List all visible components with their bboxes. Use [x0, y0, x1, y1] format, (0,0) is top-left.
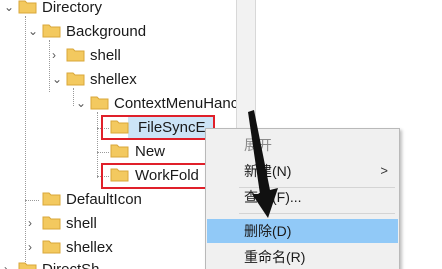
tree-guide	[49, 40, 50, 92]
annotation-arrow-icon	[248, 110, 278, 218]
collapse-chevron-icon[interactable]: ⌄	[28, 23, 38, 39]
tree-node-label: shellex	[66, 239, 113, 256]
tree-node-label: New	[135, 143, 166, 160]
menu-item-label: 删除(D)	[244, 223, 292, 239]
menu-item-delete[interactable]: 删除(D)	[207, 219, 398, 243]
collapse-chevron-icon[interactable]: ⌄	[76, 95, 86, 111]
menu-item-expand[interactable]: 展开	[207, 133, 398, 157]
menu-item-new[interactable]: 新建(N) >	[207, 159, 398, 183]
tree-node-label: DirectSh	[42, 258, 100, 269]
folder-icon	[66, 70, 85, 86]
regedit-window: ⌄ Directory ⌄ Background › shell ⌄ shell…	[0, 0, 442, 269]
tree-guide	[25, 16, 26, 266]
expand-chevron-icon[interactable]: ›	[4, 261, 14, 269]
registry-tree[interactable]: ⌄ Directory ⌄ Background › shell ⌄ shell…	[0, 0, 239, 269]
tree-node-label: DefaultIcon	[66, 191, 142, 208]
folder-icon	[110, 142, 129, 158]
expand-chevron-icon[interactable]: ›	[52, 47, 62, 63]
folder-icon	[42, 22, 61, 38]
tree-guide	[73, 88, 74, 106]
folder-icon	[18, 260, 37, 269]
folder-icon	[42, 238, 61, 254]
tree-node-label: Background	[66, 23, 147, 40]
collapse-chevron-icon[interactable]: ⌄	[4, 0, 14, 15]
menu-item-label: 重命名(R)	[244, 249, 306, 265]
folder-icon	[42, 190, 61, 206]
tree-node-label: shell	[66, 215, 97, 232]
menu-item-find[interactable]: 查找(F)...	[207, 185, 398, 209]
submenu-arrow-icon: >	[380, 163, 388, 178]
expand-chevron-icon[interactable]: ›	[28, 215, 38, 231]
menu-item-rename[interactable]: 重命名(R)	[207, 245, 398, 269]
folder-icon	[42, 214, 61, 230]
tree-guide	[97, 112, 98, 178]
folder-icon	[66, 46, 85, 62]
tree-node-label: shellex	[90, 71, 137, 88]
folder-icon	[18, 0, 37, 14]
tree-node-label: Directory	[42, 0, 103, 16]
collapse-chevron-icon[interactable]: ⌄	[52, 71, 62, 87]
highlight-box-workfold	[101, 163, 215, 189]
tree-guide	[97, 152, 109, 153]
tree-guide	[25, 200, 39, 201]
tree-node-label: shell	[90, 47, 121, 64]
folder-icon	[90, 94, 109, 110]
highlight-box-filesynce	[101, 115, 215, 140]
context-menu: 展开 新建(N) > 查找(F)... 删除(D) 重命名(R)	[205, 128, 400, 269]
tree-node-label: ContextMenuHanc	[114, 95, 239, 112]
expand-chevron-icon[interactable]: ›	[28, 239, 38, 255]
